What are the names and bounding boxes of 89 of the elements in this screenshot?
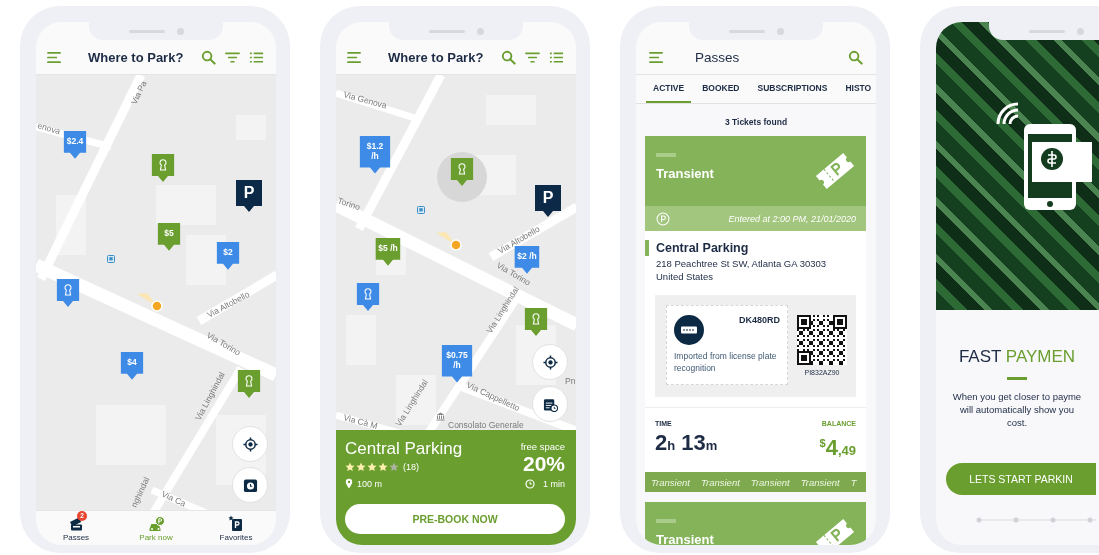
bookmark-icon xyxy=(228,514,244,531)
locate-icon xyxy=(242,436,258,452)
search-button[interactable] xyxy=(501,48,517,66)
results-count: 3 Tickets found xyxy=(723,116,789,129)
location-marker-icon xyxy=(434,231,464,251)
strip-label: Transient xyxy=(651,476,690,488)
list-icon xyxy=(549,49,565,65)
free-space-value: 20% xyxy=(522,452,565,476)
tab[interactable]: SUBSCRIPTIONS xyxy=(750,75,835,103)
car-icon xyxy=(148,514,164,531)
nav-tab[interactable]: Park now xyxy=(116,511,196,545)
decor-bar xyxy=(656,153,676,157)
strip-label: Transient xyxy=(750,476,790,488)
street-label: Via Cà M xyxy=(342,412,379,430)
start-parking-button[interactable]: LETS START PARKIN xyxy=(946,463,1096,495)
street-label: Via Genova xyxy=(342,89,388,111)
keyhole-icon xyxy=(243,374,255,388)
time-value: 2h 13m xyxy=(655,430,718,457)
star-icon xyxy=(389,462,399,472)
eta-text: 1 min xyxy=(543,479,565,489)
location-name: Central Parking xyxy=(645,240,866,256)
bus-stop-icon xyxy=(107,255,115,263)
street-label: Torino xyxy=(336,195,362,213)
nav-tab[interactable]: Favorites xyxy=(196,511,276,545)
keyhole-icon xyxy=(362,287,374,301)
parking-name: Central Parking xyxy=(345,439,463,459)
menu-icon xyxy=(347,49,362,65)
bus-stop-icon xyxy=(417,206,425,214)
parking-icon xyxy=(656,211,670,226)
slide-description: When you get closer to payme will automatically show you cost. xyxy=(952,390,1082,429)
balance-value: $^{$}$4,49 xyxy=(819,434,856,463)
star-icon xyxy=(367,462,377,472)
entry-time: Entered at 2:00 PM, 21/01/2020 xyxy=(728,213,856,224)
keyhole-icon xyxy=(530,312,542,326)
location-marker-icon xyxy=(135,292,165,312)
decor-bar xyxy=(656,519,676,524)
screen-title: Where to Park? xyxy=(88,49,184,65)
menu-icon xyxy=(648,49,664,65)
keyhole-icon xyxy=(456,162,468,176)
title-underline xyxy=(1007,377,1027,380)
nav-label: Park now xyxy=(139,532,173,542)
location-pin-icon xyxy=(345,478,353,489)
clock-icon xyxy=(242,477,258,493)
nav-label: Favorites xyxy=(219,532,253,542)
strip-label: Transient xyxy=(800,476,840,488)
menu-icon xyxy=(47,49,62,65)
search-icon xyxy=(201,49,217,65)
qr-code xyxy=(797,314,847,365)
tab[interactable]: BOOKED xyxy=(695,75,747,103)
street-label: Consolato Generale xyxy=(448,420,524,430)
list-icon xyxy=(249,49,265,65)
search-button[interactable] xyxy=(201,48,217,66)
keyhole-icon xyxy=(157,158,169,172)
pre-book-button[interactable]: PRE-BOOK NOW xyxy=(345,504,565,534)
street-label: enova xyxy=(36,120,62,137)
tab[interactable]: ACTIVE xyxy=(646,75,692,103)
star-icon xyxy=(378,462,388,472)
street-label: Pn xyxy=(565,376,576,386)
institution-icon xyxy=(436,412,445,421)
ticket-icon xyxy=(814,150,856,192)
address-text: 218 Peachtree St SW, Atlanta GA 30303 United States xyxy=(656,257,828,283)
strip-label: T xyxy=(850,476,857,488)
star-icon xyxy=(356,462,366,472)
locate-icon xyxy=(542,354,558,370)
free-space-label: free space xyxy=(520,441,565,452)
distance-text: 100 m xyxy=(357,478,382,489)
keyhole-icon xyxy=(62,283,74,297)
strip-label: Transient xyxy=(700,476,740,488)
star-icon xyxy=(345,462,355,472)
filter-icon xyxy=(525,49,541,65)
tab[interactable]: HISTO xyxy=(838,75,876,103)
search-button[interactable] xyxy=(846,48,864,66)
plate-number: DK480RD xyxy=(739,315,780,325)
review-count: (18) xyxy=(403,462,419,472)
plate-note: Imported from license plate recognition xyxy=(674,350,778,374)
license-plate-icon xyxy=(674,315,704,345)
search-icon xyxy=(847,49,863,65)
street-label: Via Pa xyxy=(128,79,149,106)
filter-icon xyxy=(225,49,241,65)
nav-label: Passes xyxy=(62,532,90,542)
street-label: Via Ca xyxy=(160,488,188,509)
screen-title: Where to Park? xyxy=(388,49,484,65)
slide-title: FAST PAYMEN xyxy=(958,347,1076,367)
screen-title: Passes xyxy=(695,49,740,65)
calendar-icon xyxy=(542,396,558,412)
ticket-type: Transient xyxy=(656,166,715,181)
search-icon xyxy=(501,49,517,65)
clock-icon xyxy=(525,479,535,489)
ticket-type: Transient xyxy=(656,532,715,545)
